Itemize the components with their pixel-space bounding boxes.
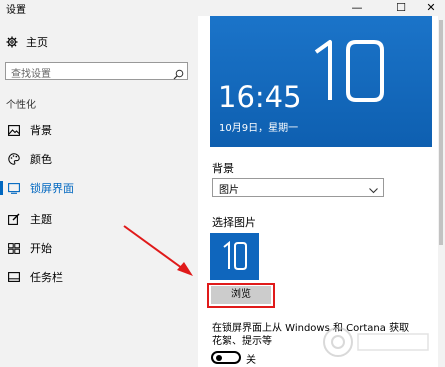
annotation-arrow — [123, 225, 193, 276]
watermark-logo — [323, 327, 429, 357]
